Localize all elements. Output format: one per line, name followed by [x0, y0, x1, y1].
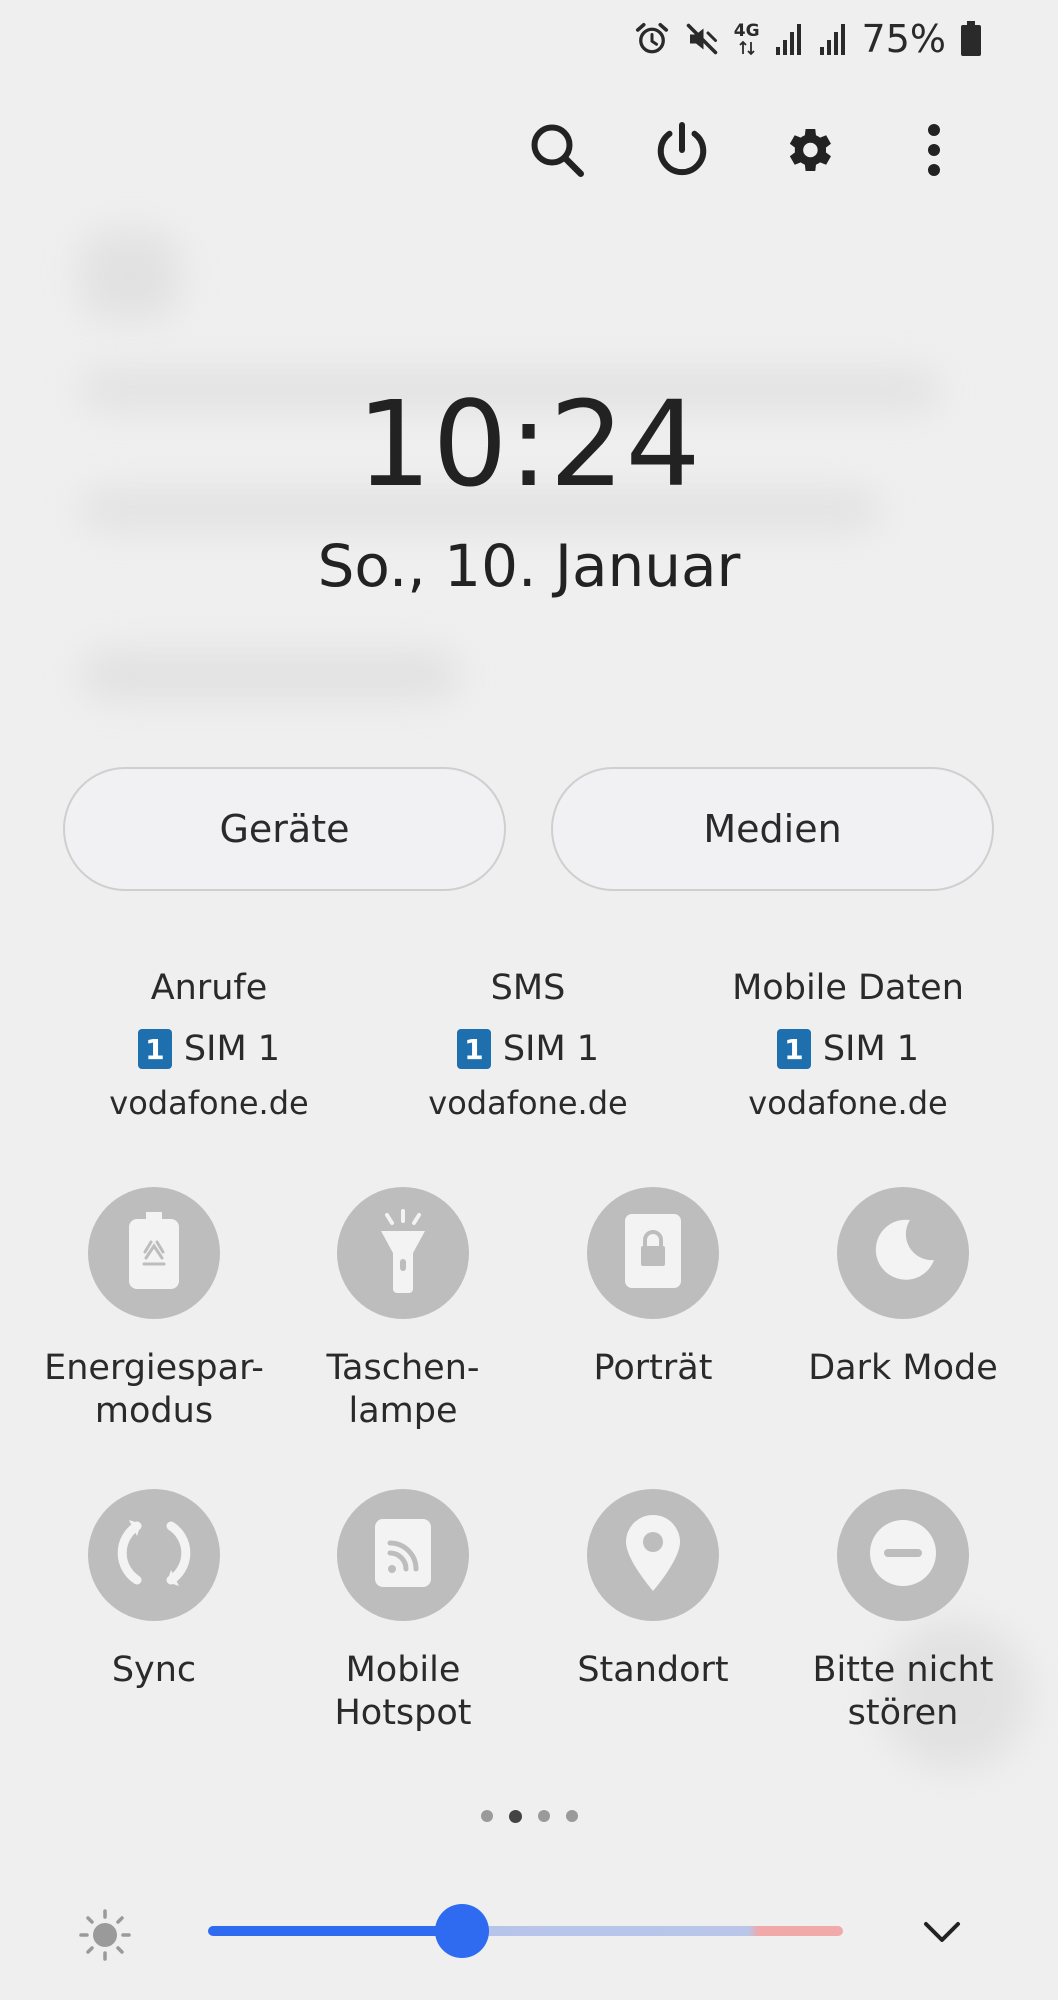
sim-label: SIM 1 [822, 1029, 920, 1069]
sim-icon: 1 [456, 1029, 491, 1069]
sim-info-mobile-data[interactable]: Mobile Daten 1 SIM 1 vodafone.de [688, 965, 1008, 1125]
sim-info-title: Anrufe [150, 968, 268, 1008]
tile-circle [337, 1489, 469, 1621]
devices-button[interactable]: Geräte [63, 767, 506, 891]
tile-label: Energiespar- modus [44, 1348, 264, 1431]
tile-sync[interactable]: Sync [29, 1489, 279, 1692]
signal-icon [774, 23, 804, 55]
network-4g-icon: 4G [733, 20, 760, 56]
tile-label: Dark Mode [808, 1348, 998, 1388]
page-dot[interactable] [537, 1810, 550, 1822]
sim-carrier: vodafone.de [109, 1084, 309, 1122]
page-dot-active[interactable] [508, 1810, 522, 1823]
media-button[interactable]: Medien [551, 767, 994, 891]
sync-icon [115, 1514, 193, 1596]
tile-circle [837, 1489, 969, 1621]
tile-label: Mobile Hotspot [334, 1650, 472, 1733]
location-icon [622, 1513, 684, 1597]
do-not-disturb-icon [868, 1518, 938, 1592]
sim-label: SIM 1 [183, 1029, 281, 1069]
page-dot[interactable] [565, 1810, 578, 1822]
sim-row: 1 SIM 1 [368, 1025, 688, 1073]
sim-label: SIM 1 [502, 1029, 600, 1069]
tile-dark-mode[interactable]: Dark Mode [778, 1187, 1028, 1390]
sim-row: 1 SIM 1 [49, 1025, 369, 1073]
sim-icon: 1 [776, 1029, 811, 1069]
more-vert-icon[interactable] [902, 118, 966, 182]
panel-toolbar [0, 118, 1058, 182]
network-type-label: 4G [733, 20, 760, 41]
tile-label: Sync [111, 1650, 197, 1690]
background-blur [80, 650, 460, 700]
brightness-slider-track[interactable] [208, 1926, 843, 1936]
page-indicator [0, 1810, 1058, 1823]
clock-time: 10:24 [356, 375, 702, 513]
tile-power-saving[interactable]: Energiespar- modus [29, 1187, 279, 1433]
tile-label: Bitte nicht stören [812, 1650, 994, 1733]
tile-label: Standort [577, 1650, 729, 1690]
tile-flashlight[interactable]: Taschen- lampe [278, 1187, 528, 1433]
tile-circle [587, 1187, 719, 1319]
sim-carrier: vodafone.de [428, 1084, 628, 1122]
sim-carrier: vodafone.de [748, 1084, 948, 1122]
power-icon[interactable] [650, 118, 714, 182]
brightness-slider-fill [208, 1926, 462, 1936]
clock-date: So., 10. Januar [317, 532, 741, 600]
hotspot-icon [373, 1517, 433, 1593]
tile-label: Taschen- lampe [326, 1348, 480, 1431]
sim-info-sms[interactable]: SMS 1 SIM 1 vodafone.de [368, 965, 688, 1125]
rotation-lock-icon [623, 1212, 683, 1294]
signal-icon [818, 23, 848, 55]
tile-mobile-hotspot[interactable]: Mobile Hotspot [278, 1489, 528, 1735]
tile-label: Porträt [593, 1348, 713, 1388]
moon-icon [868, 1216, 938, 1290]
alarm-icon [634, 21, 670, 57]
tile-circle [837, 1187, 969, 1319]
chevron-down-icon[interactable] [912, 1906, 972, 1956]
tile-circle [88, 1187, 220, 1319]
tile-portrait[interactable]: Porträt [528, 1187, 778, 1390]
battery-icon [960, 21, 982, 57]
sim-info-title: Mobile Daten [732, 968, 964, 1008]
brightness-slider-thumb[interactable] [435, 1904, 489, 1958]
flashlight-icon [373, 1209, 433, 1297]
battery-percent: 75% [861, 17, 946, 61]
tile-circle [587, 1489, 719, 1621]
brightness-icon [78, 1908, 132, 1962]
sim-row: 1 SIM 1 [688, 1025, 1008, 1073]
status-bar: 4G 75% [634, 14, 982, 64]
background-blur [80, 230, 180, 320]
tile-do-not-disturb[interactable]: Bitte nicht stören [778, 1489, 1028, 1735]
tile-circle [88, 1489, 220, 1621]
battery-saver-icon [126, 1212, 182, 1294]
tile-circle [337, 1187, 469, 1319]
sim-icon: 1 [137, 1029, 172, 1069]
search-icon[interactable] [525, 118, 589, 182]
mute-icon [684, 21, 720, 57]
page-dot[interactable] [480, 1810, 493, 1822]
tile-location[interactable]: Standort [528, 1489, 778, 1692]
sim-info-title: SMS [490, 968, 566, 1008]
gear-icon[interactable] [776, 118, 840, 182]
brightness-slider-rest [462, 1926, 843, 1936]
sim-info-calls[interactable]: Anrufe 1 SIM 1 vodafone.de [49, 965, 369, 1125]
